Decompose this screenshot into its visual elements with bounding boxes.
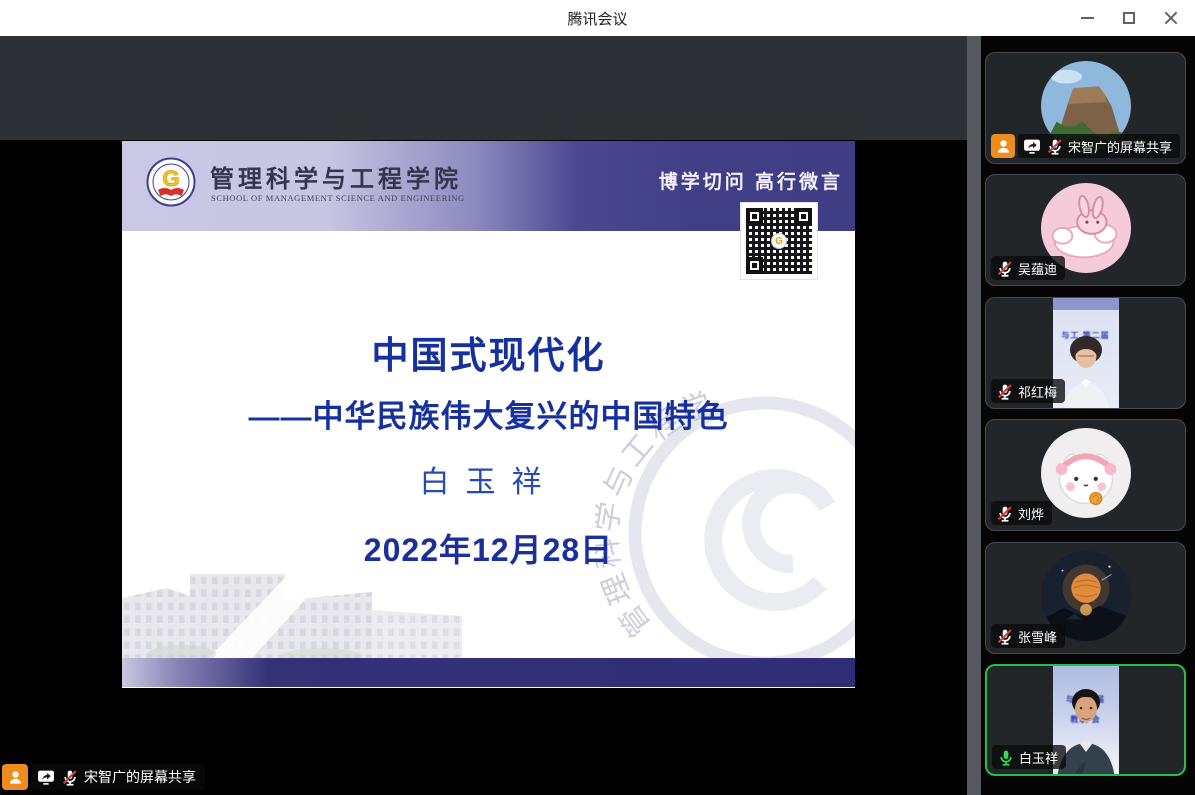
participant-name: 张雪峰 bbox=[1018, 627, 1057, 646]
org-name-en: SCHOOL OF MANAGEMENT SCIENCE AND ENGINEE… bbox=[211, 193, 465, 203]
participant-name: 刘烨 bbox=[1018, 504, 1044, 523]
cat-cartoon-avatar bbox=[1041, 428, 1131, 518]
slide-subtitle: ——中华民族伟大复兴的中国特色 bbox=[122, 391, 855, 436]
minimize-button[interactable] bbox=[1073, 4, 1101, 32]
mic-muted-icon bbox=[61, 769, 78, 786]
qr-code: G bbox=[741, 203, 817, 279]
mic-muted-icon bbox=[996, 505, 1013, 522]
participant-tile[interactable]: 张雪峰 bbox=[985, 542, 1186, 654]
svg-text:G: G bbox=[162, 166, 179, 191]
tencent-meeting-window: 腾讯会议 G 管理科学与工程学院 SCHOOL OF bbox=[0, 0, 1195, 795]
presenter-overlay-label: 宋智广的屏幕共享 bbox=[84, 767, 196, 787]
maximize-button[interactable] bbox=[1115, 4, 1143, 32]
participant-tile[interactable]: 吴蕴迪 bbox=[985, 174, 1186, 286]
participant-tile[interactable]: 刘烨 bbox=[985, 419, 1186, 531]
mic-muted-icon bbox=[996, 260, 1013, 277]
participant-tile-active-speaker[interactable]: 与工 二届 教职 会 bbox=[985, 664, 1186, 776]
person-icon bbox=[995, 138, 1012, 155]
screen-share-icon bbox=[1023, 137, 1041, 155]
participant-name: 吴蕴迪 bbox=[1018, 259, 1057, 278]
person-icon bbox=[7, 769, 24, 786]
slide-author: 白玉祥 bbox=[122, 457, 855, 501]
presentation-slide: G 管理科学与工程学院 SCHOOL OF MANAGEMENT SCIENCE… bbox=[122, 141, 855, 688]
shared-screen-background bbox=[0, 36, 967, 140]
close-button[interactable] bbox=[1157, 4, 1185, 32]
shared-screen-view: G 管理科学与工程学院 SCHOOL OF MANAGEMENT SCIENCE… bbox=[0, 36, 967, 795]
mic-muted-icon bbox=[1046, 138, 1063, 155]
slide-title: 中国式现代化 bbox=[122, 325, 855, 379]
minimize-icon bbox=[1081, 17, 1094, 19]
school-logo-icon: G bbox=[146, 157, 196, 207]
participants-sidebar: 宋智广的屏幕共享 bbox=[981, 36, 1195, 795]
slide-motto: 博学切问 高行微言 bbox=[659, 167, 843, 194]
mic-on-icon bbox=[997, 749, 1014, 766]
screen-share-icon bbox=[37, 768, 55, 786]
window-titlebar: 腾讯会议 bbox=[0, 0, 1195, 36]
window-controls bbox=[1073, 0, 1185, 36]
qr-center-logo: G bbox=[771, 233, 787, 249]
close-icon bbox=[1164, 11, 1178, 25]
host-badge bbox=[2, 764, 28, 790]
mic-muted-icon bbox=[996, 628, 1013, 645]
participant-name: 白玉祥 bbox=[1019, 748, 1058, 767]
host-badge bbox=[991, 134, 1015, 158]
mic-muted-icon bbox=[996, 383, 1013, 400]
participant-name: 祁红梅 bbox=[1018, 382, 1057, 401]
window-title: 腾讯会议 bbox=[567, 8, 627, 29]
slide-footer-band bbox=[122, 658, 855, 687]
participant-tile[interactable]: 宋智广的屏幕共享 bbox=[985, 52, 1186, 164]
slide-date: 2022年12月28日 bbox=[122, 525, 855, 571]
meeting-main-area: G 管理科学与工程学院 SCHOOL OF MANAGEMENT SCIENCE… bbox=[0, 36, 1195, 795]
participant-name: 宋智广的屏幕共享 bbox=[1068, 137, 1172, 156]
sidebar-divider-handle[interactable] bbox=[967, 36, 981, 795]
participant-tile[interactable]: 与工 第二届 会 祁红梅 bbox=[985, 297, 1186, 409]
presenter-overlay: 宋智广的屏幕共享 bbox=[2, 764, 205, 790]
maximize-icon bbox=[1123, 12, 1135, 24]
org-name-cn: 管理科学与工程学院 bbox=[210, 159, 462, 194]
